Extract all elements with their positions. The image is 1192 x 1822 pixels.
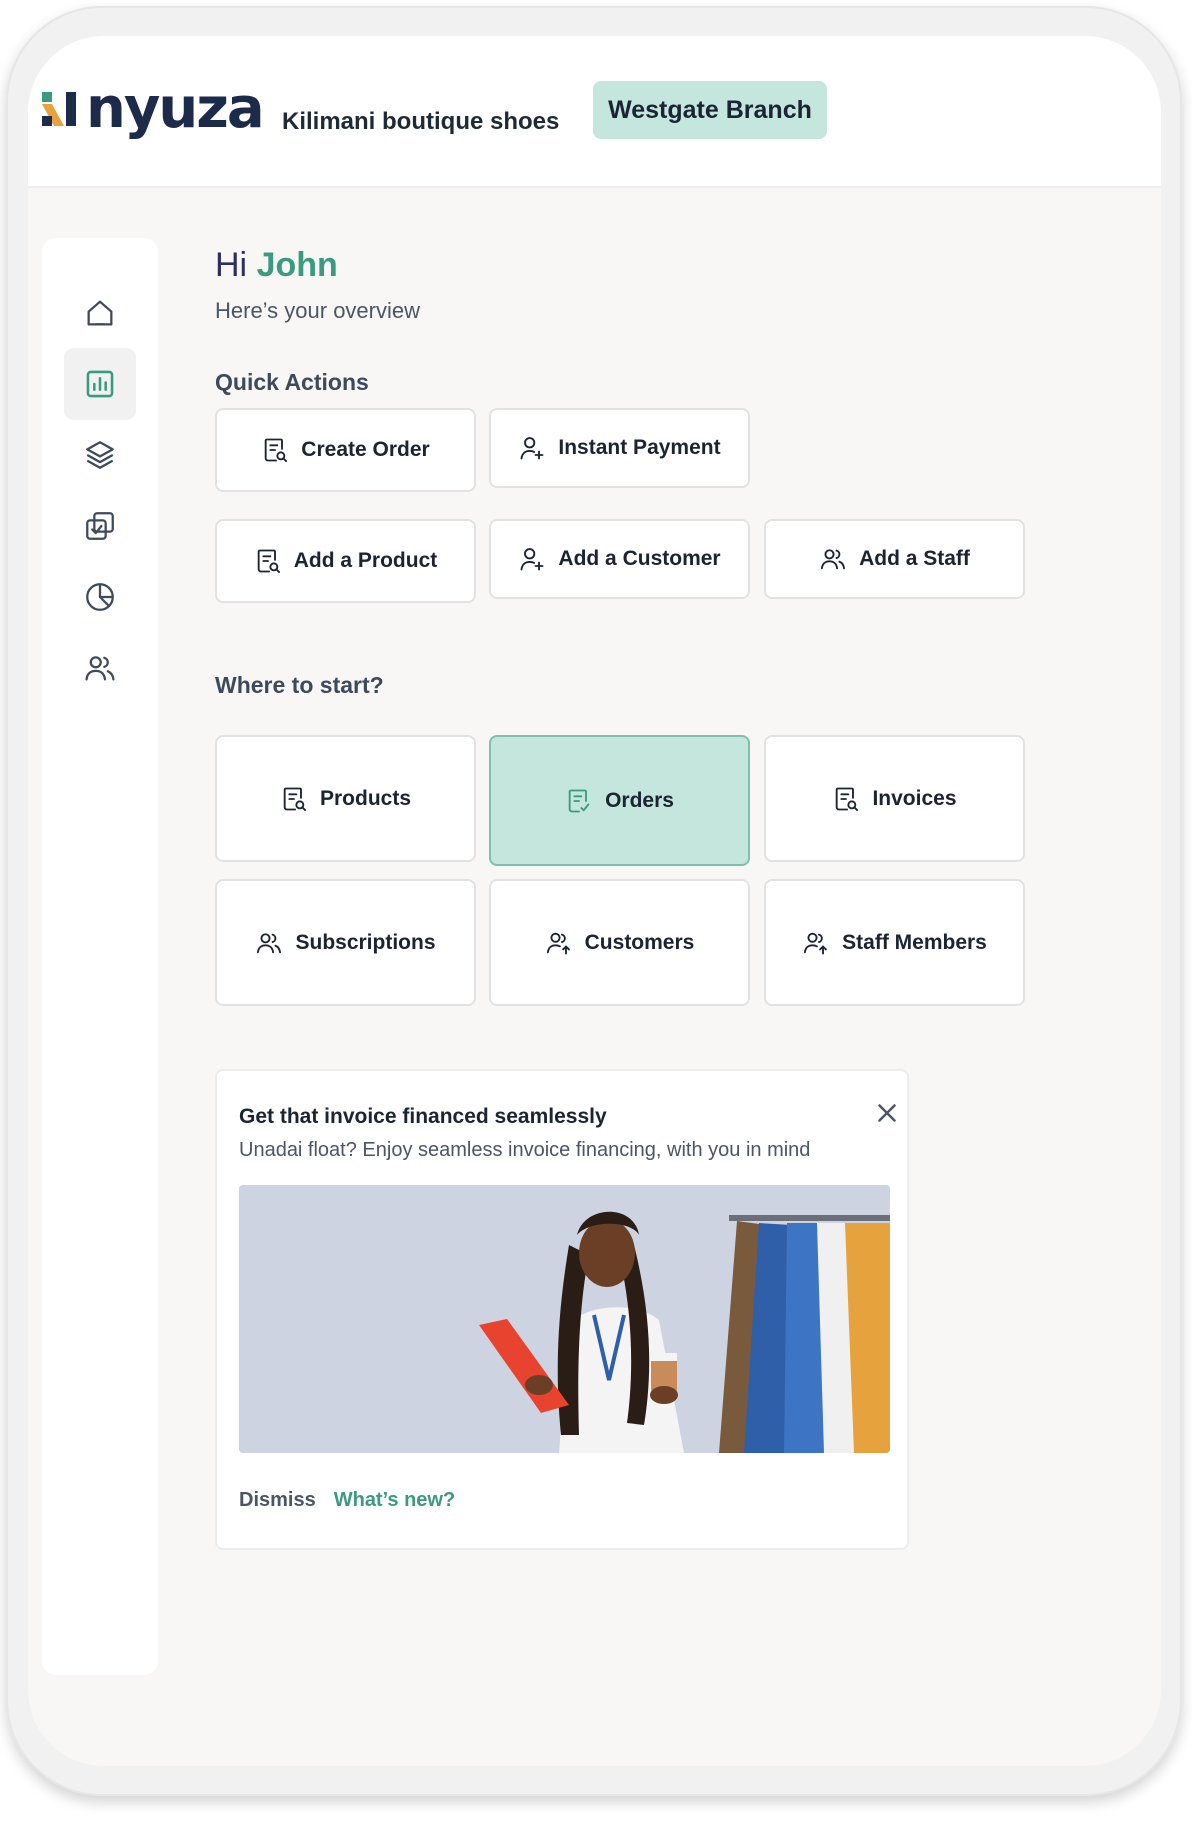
invoices-card[interactable]: Invoices bbox=[764, 735, 1025, 862]
create-order-button[interactable]: Create Order bbox=[215, 408, 476, 492]
whats-new-link[interactable]: What’s new? bbox=[334, 1489, 455, 1512]
company-name: Kilimani boutique shoes bbox=[282, 108, 560, 135]
add-product-button[interactable]: Add a Product bbox=[215, 519, 476, 603]
copy-check-icon bbox=[86, 512, 114, 540]
greeting-hi: Hi bbox=[215, 246, 248, 284]
add-customer-button[interactable]: Add a Customer bbox=[489, 519, 750, 599]
app-screen: nyuza Kilimani boutique shoes Westgate B… bbox=[28, 36, 1161, 1766]
orders-card[interactable]: Orders bbox=[489, 735, 750, 866]
promo-text: Unadai float? Enjoy seamless invoice fin… bbox=[239, 1139, 811, 1161]
promo-image bbox=[239, 1185, 890, 1453]
users-icon bbox=[821, 549, 846, 570]
customers-label: Customers bbox=[584, 930, 695, 954]
greeting: Hi John bbox=[215, 246, 338, 285]
receipt-search-icon bbox=[836, 787, 859, 811]
instant-payment-label: Instant Payment bbox=[558, 436, 721, 459]
logo-text: nyuza bbox=[86, 76, 265, 141]
user-name: John bbox=[256, 246, 338, 284]
promo-title: Get that invoice financed seamlessly bbox=[239, 1105, 607, 1128]
top-bar: nyuza Kilimani boutique shoes Westgate B… bbox=[28, 36, 1161, 188]
branch-selector[interactable]: Westgate Branch bbox=[593, 81, 827, 139]
sidebar-item-products[interactable] bbox=[64, 419, 136, 491]
sidebar-item-team[interactable] bbox=[64, 632, 136, 704]
user-arrow-icon bbox=[546, 932, 570, 954]
promo-illustration bbox=[239, 1185, 890, 1453]
pie-chart-icon bbox=[86, 583, 114, 611]
sidebar bbox=[42, 238, 158, 1675]
add-staff-button[interactable]: Add a Staff bbox=[764, 519, 1025, 599]
tablet-frame: nyuza Kilimani boutique shoes Westgate B… bbox=[6, 6, 1182, 1796]
nyuza-logo-mark-icon bbox=[42, 92, 76, 126]
users-icon bbox=[85, 656, 115, 681]
orders-label: Orders bbox=[605, 788, 674, 812]
sidebar-item-home[interactable] bbox=[64, 277, 136, 349]
sidebar-item-dashboard[interactable] bbox=[64, 348, 136, 420]
receipt-search-icon bbox=[283, 787, 307, 811]
receipt-check-icon bbox=[568, 789, 590, 812]
add-customer-label: Add a Customer bbox=[558, 547, 721, 570]
staff-members-card[interactable]: Staff Members bbox=[764, 879, 1025, 1006]
add-staff-label: Add a Staff bbox=[859, 547, 970, 570]
close-icon[interactable] bbox=[872, 1098, 902, 1128]
invoices-label: Invoices bbox=[872, 786, 957, 810]
receipt-search-icon bbox=[265, 438, 288, 463]
create-order-label: Create Order bbox=[301, 438, 430, 461]
home-icon bbox=[87, 300, 113, 326]
users-icon bbox=[257, 932, 282, 953]
bar-chart-icon bbox=[86, 370, 114, 398]
greeting-subtitle: Here’s your overview bbox=[215, 298, 421, 323]
customers-card[interactable]: Customers bbox=[489, 879, 750, 1006]
sidebar-item-tasks[interactable] bbox=[64, 490, 136, 562]
instant-payment-button[interactable]: Instant Payment bbox=[489, 408, 750, 488]
receipt-search-icon bbox=[257, 549, 280, 574]
where-to-start-title: Where to start? bbox=[215, 672, 384, 698]
user-arrow-icon bbox=[804, 932, 827, 954]
promo-actions: Dismiss What’s new? bbox=[239, 1489, 455, 1512]
quick-actions-title: Quick Actions bbox=[215, 369, 369, 395]
subscriptions-card[interactable]: Subscriptions bbox=[215, 879, 476, 1006]
user-plus-icon bbox=[520, 548, 544, 571]
staff-members-label: Staff Members bbox=[842, 930, 987, 954]
add-product-label: Add a Product bbox=[293, 549, 438, 572]
promo-card: Get that invoice financed seamlessly Una… bbox=[215, 1069, 909, 1550]
dismiss-link[interactable]: Dismiss bbox=[239, 1489, 316, 1512]
logo[interactable]: nyuza bbox=[42, 76, 265, 141]
sidebar-item-reports[interactable] bbox=[64, 561, 136, 633]
products-label: Products bbox=[319, 786, 411, 810]
products-card[interactable]: Products bbox=[215, 735, 476, 862]
subscriptions-label: Subscriptions bbox=[295, 930, 436, 954]
layers-icon bbox=[86, 441, 114, 469]
user-plus-icon bbox=[520, 437, 544, 460]
